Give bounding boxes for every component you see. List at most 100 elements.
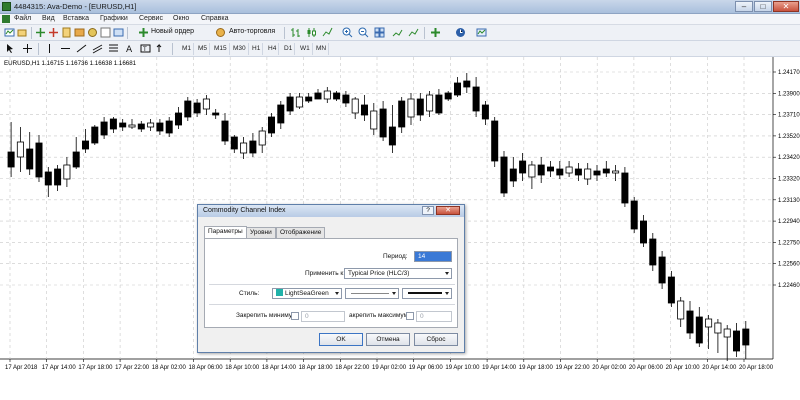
price-label: 1.23320 bbox=[778, 177, 800, 183]
periods-icon[interactable] bbox=[455, 27, 466, 38]
time-label: 19 Apr 10:00 bbox=[445, 365, 480, 371]
horizontal-line-icon[interactable] bbox=[60, 43, 71, 54]
cancel-button[interactable]: Отмена bbox=[366, 333, 410, 346]
autoscroll-icon[interactable] bbox=[408, 27, 419, 38]
color-select[interactable]: LightSeaGreen bbox=[272, 288, 342, 299]
timeframe-h1[interactable]: H1 bbox=[250, 43, 264, 55]
period-input[interactable]: 14 bbox=[414, 251, 452, 262]
candle-body bbox=[491, 120, 499, 162]
zoom-in-icon[interactable] bbox=[342, 27, 353, 38]
price-label: 1.23420 bbox=[778, 155, 800, 161]
price-label: 1.22750 bbox=[778, 240, 800, 246]
bar-chart-icon[interactable] bbox=[290, 27, 301, 38]
crosshair-icon[interactable] bbox=[22, 43, 33, 54]
help-button[interactable]: ? bbox=[422, 206, 434, 215]
cursor-icon[interactable] bbox=[5, 43, 16, 54]
line-chart-icon[interactable] bbox=[322, 27, 333, 38]
new-order-button[interactable]: Новый ордер bbox=[151, 28, 194, 35]
line-width-select[interactable] bbox=[402, 288, 452, 299]
menu-help[interactable]: Справка bbox=[201, 15, 228, 22]
ok-button[interactable]: OK bbox=[319, 333, 363, 346]
text-icon[interactable]: A bbox=[124, 43, 135, 54]
reset-button[interactable]: Сброс bbox=[414, 333, 458, 346]
parameters-panel: Период: 14 Применить к: Typical Price (H… bbox=[204, 238, 458, 328]
separator bbox=[284, 27, 285, 39]
timeframe-w1[interactable]: W1 bbox=[298, 43, 313, 55]
templates-icon[interactable] bbox=[476, 27, 487, 38]
profiles-icon[interactable] bbox=[17, 27, 28, 38]
candle-body bbox=[230, 136, 238, 150]
market-watch-icon[interactable] bbox=[35, 27, 46, 38]
menu-insert[interactable]: Вставка bbox=[63, 15, 89, 22]
fix-maximum-label: акрепить максимум bbox=[349, 312, 409, 319]
tab-parameters[interactable]: Параметры bbox=[204, 226, 247, 238]
line-style-select[interactable] bbox=[345, 288, 399, 299]
maximize-button[interactable]: □ bbox=[754, 1, 772, 12]
timeframe-m5[interactable]: M5 bbox=[196, 43, 211, 55]
equidistant-channel-icon[interactable] bbox=[92, 43, 103, 54]
fix-maximum-input[interactable]: 0 bbox=[416, 311, 452, 322]
title-bar: 4484315: Ava-Demo - [EURUSD,H1] – □ ✕ bbox=[0, 0, 800, 14]
timeframe-m1[interactable]: M1 bbox=[180, 43, 195, 55]
time-label: 18 Apr 02:00 bbox=[152, 365, 187, 371]
zoom-out-icon[interactable] bbox=[358, 27, 369, 38]
color-swatch bbox=[276, 289, 283, 296]
arrows-icon[interactable] bbox=[156, 43, 167, 54]
tab-levels[interactable]: Уровни bbox=[246, 227, 276, 238]
trendline-icon[interactable] bbox=[76, 43, 87, 54]
indicators-icon[interactable] bbox=[430, 27, 441, 38]
separator bbox=[31, 27, 32, 39]
navigator-icon[interactable] bbox=[61, 27, 72, 38]
editor-icon[interactable] bbox=[100, 27, 111, 38]
menu-tools[interactable]: Сервис bbox=[139, 15, 163, 22]
apply-to-select[interactable]: Typical Price (HLC/3) bbox=[344, 268, 452, 279]
fibonacci-icon[interactable] bbox=[108, 43, 119, 54]
minimize-button[interactable]: – bbox=[735, 1, 753, 12]
menu-view[interactable]: Вид bbox=[42, 15, 55, 22]
timeframe-mn[interactable]: MN bbox=[314, 43, 330, 55]
candle-body bbox=[472, 86, 480, 112]
candle-body bbox=[351, 98, 359, 114]
candle-body bbox=[602, 168, 610, 174]
menu-file[interactable]: Файл bbox=[14, 15, 31, 22]
tab-display[interactable]: Отображение bbox=[276, 227, 326, 238]
new-chart-icon[interactable] bbox=[4, 27, 15, 38]
text-label-icon[interactable]: T bbox=[140, 43, 151, 54]
candle-body bbox=[128, 124, 136, 128]
timeframe-m15[interactable]: M15 bbox=[212, 43, 230, 55]
close-button[interactable]: ✕ bbox=[773, 1, 799, 12]
fix-minimum-input[interactable]: 0 bbox=[301, 311, 345, 322]
menu-window[interactable]: Окно bbox=[173, 15, 189, 22]
candle-body bbox=[82, 140, 90, 150]
autotrading-icon[interactable] bbox=[215, 27, 226, 38]
candle-body bbox=[35, 142, 43, 178]
options-icon[interactable] bbox=[113, 27, 124, 38]
data-window-icon[interactable] bbox=[48, 27, 59, 38]
tile-windows-icon[interactable] bbox=[374, 27, 385, 38]
drawing-toolbar: A T M1 M5 M15 M30 H1 H4 D1 W1 MN bbox=[0, 41, 800, 57]
timeframe-h4[interactable]: H4 bbox=[266, 43, 280, 55]
candlestick-icon[interactable] bbox=[306, 27, 317, 38]
fix-minimum-checkbox[interactable] bbox=[291, 312, 299, 320]
app-icon bbox=[2, 2, 11, 11]
dialog-close-button[interactable]: ✕ bbox=[436, 206, 460, 215]
new-order-icon[interactable] bbox=[138, 27, 149, 38]
terminal-icon[interactable] bbox=[74, 27, 85, 38]
chart-shift-icon[interactable] bbox=[392, 27, 403, 38]
autotrading-button[interactable]: Авто-торговля bbox=[229, 28, 275, 35]
tester-icon[interactable] bbox=[87, 27, 98, 38]
fix-maximum-checkbox[interactable] bbox=[406, 312, 414, 320]
vertical-line-icon[interactable] bbox=[44, 43, 55, 54]
candle-body bbox=[360, 104, 368, 116]
candle-body bbox=[333, 92, 341, 100]
timeframe-d1[interactable]: D1 bbox=[282, 43, 296, 55]
candle-body bbox=[174, 112, 182, 126]
menu-charts[interactable]: Графики bbox=[100, 15, 128, 22]
time-label: 17 Apr 18:00 bbox=[78, 365, 113, 371]
period-label: Период: bbox=[383, 253, 408, 260]
line-style-preview bbox=[351, 293, 389, 294]
timeframe-m30[interactable]: M30 bbox=[231, 43, 249, 55]
price-label: 1.23900 bbox=[778, 91, 800, 97]
candle-body bbox=[547, 166, 555, 172]
candle-body bbox=[500, 156, 508, 194]
